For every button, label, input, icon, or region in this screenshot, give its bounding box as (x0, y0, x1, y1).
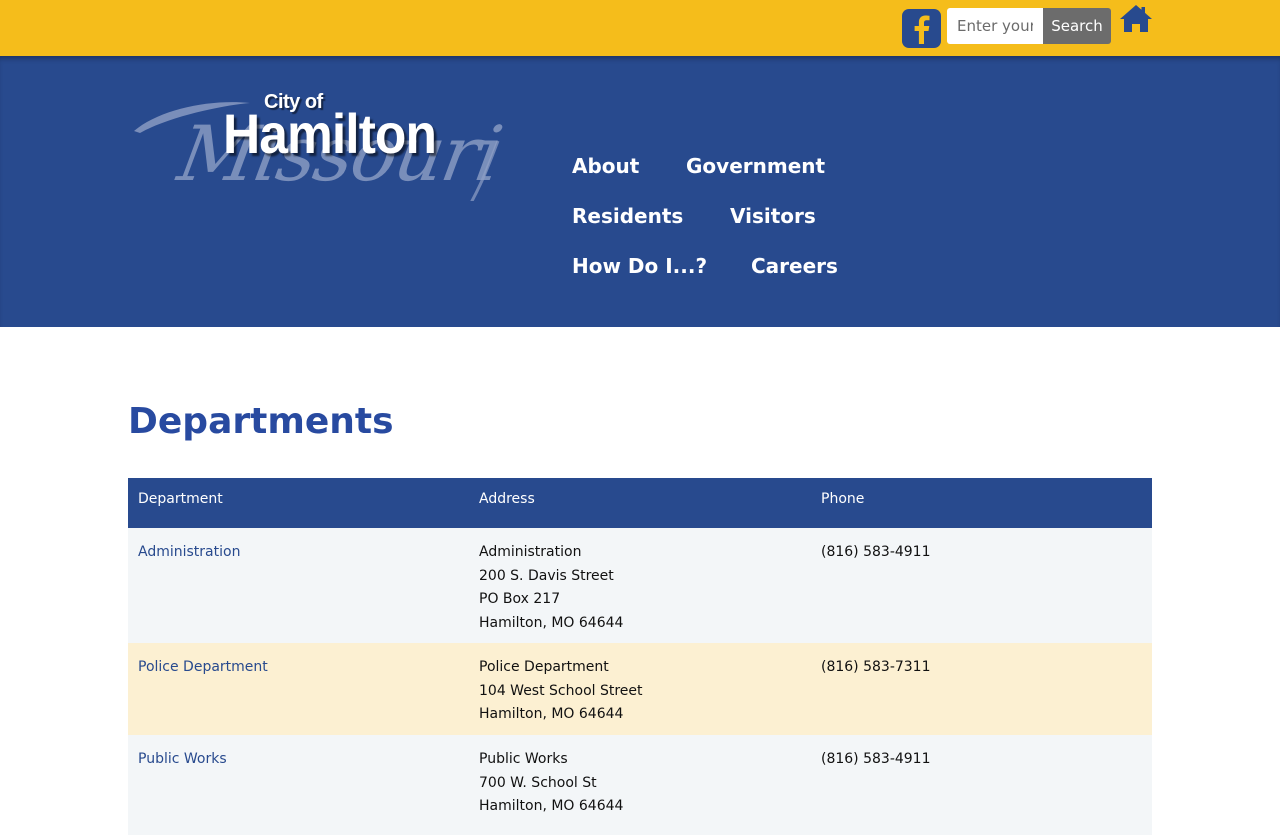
table-header: Department Address Phone (128, 478, 1152, 528)
address-line: 104 West School Street (479, 682, 643, 699)
address-line: Public Works (479, 751, 568, 767)
address-line: Hamilton, MO 64644 (479, 706, 624, 722)
top-utility-bar: Search (0, 0, 1280, 56)
logo-name-text: Hamilton (223, 102, 437, 165)
search-button[interactable]: Search (1043, 8, 1111, 44)
department-cell: Police Department (138, 656, 268, 680)
address-line: PO Box 217 (479, 591, 561, 607)
city-logo[interactable]: Missouri City of Hamilton (130, 91, 507, 201)
address-line: Police Department (479, 659, 609, 675)
department-cell: Administration (138, 541, 240, 565)
nav-visitors[interactable]: Visitors (730, 204, 816, 228)
address-cell: Administration 200 S. Davis Street PO Bo… (479, 541, 623, 635)
nav-residents[interactable]: Residents (572, 204, 683, 228)
address-line: Hamilton, MO 64644 (479, 614, 624, 631)
address-line: Hamilton, MO 64644 (479, 798, 624, 814)
phone-cell: (816) 583-4911 (821, 544, 931, 560)
address-line: 200 S. Davis Street (479, 567, 614, 584)
site-header: Missouri City of Hamilton About Governme… (0, 56, 1280, 327)
address-line: 700 W. School St (479, 774, 597, 791)
column-header-department: Department (138, 491, 223, 507)
column-header-phone: Phone (821, 491, 865, 507)
home-icon[interactable] (1118, 3, 1154, 35)
table-row: Public Works Public Works 700 W. School … (128, 735, 1152, 835)
department-link-police[interactable]: Police Department (138, 659, 268, 675)
table-row: Administration Administration 200 S. Dav… (128, 528, 1152, 643)
nav-careers[interactable]: Careers (751, 254, 838, 278)
department-cell: Public Works (138, 748, 227, 772)
search-input[interactable] (947, 8, 1043, 44)
facebook-icon[interactable] (902, 9, 941, 48)
address-cell: Police Department 104 West School Street… (479, 656, 643, 727)
departments-table: Department Address Phone Administration … (128, 478, 1152, 835)
department-link-administration[interactable]: Administration (138, 544, 240, 560)
nav-how-do-i[interactable]: How Do I...? (572, 254, 707, 278)
address-line: Administration (479, 544, 582, 560)
column-header-address: Address (479, 491, 535, 507)
department-link-public-works[interactable]: Public Works (138, 751, 227, 767)
address-cell: Public Works 700 W. School St Hamilton, … (479, 748, 623, 819)
table-row: Police Department Police Department 104 … (128, 643, 1152, 735)
phone-cell: (816) 583-7311 (821, 659, 931, 675)
nav-government[interactable]: Government (686, 154, 825, 178)
page-title: Departments (128, 401, 394, 442)
nav-about[interactable]: About (572, 154, 639, 178)
phone-cell: (816) 583-4911 (821, 751, 931, 767)
